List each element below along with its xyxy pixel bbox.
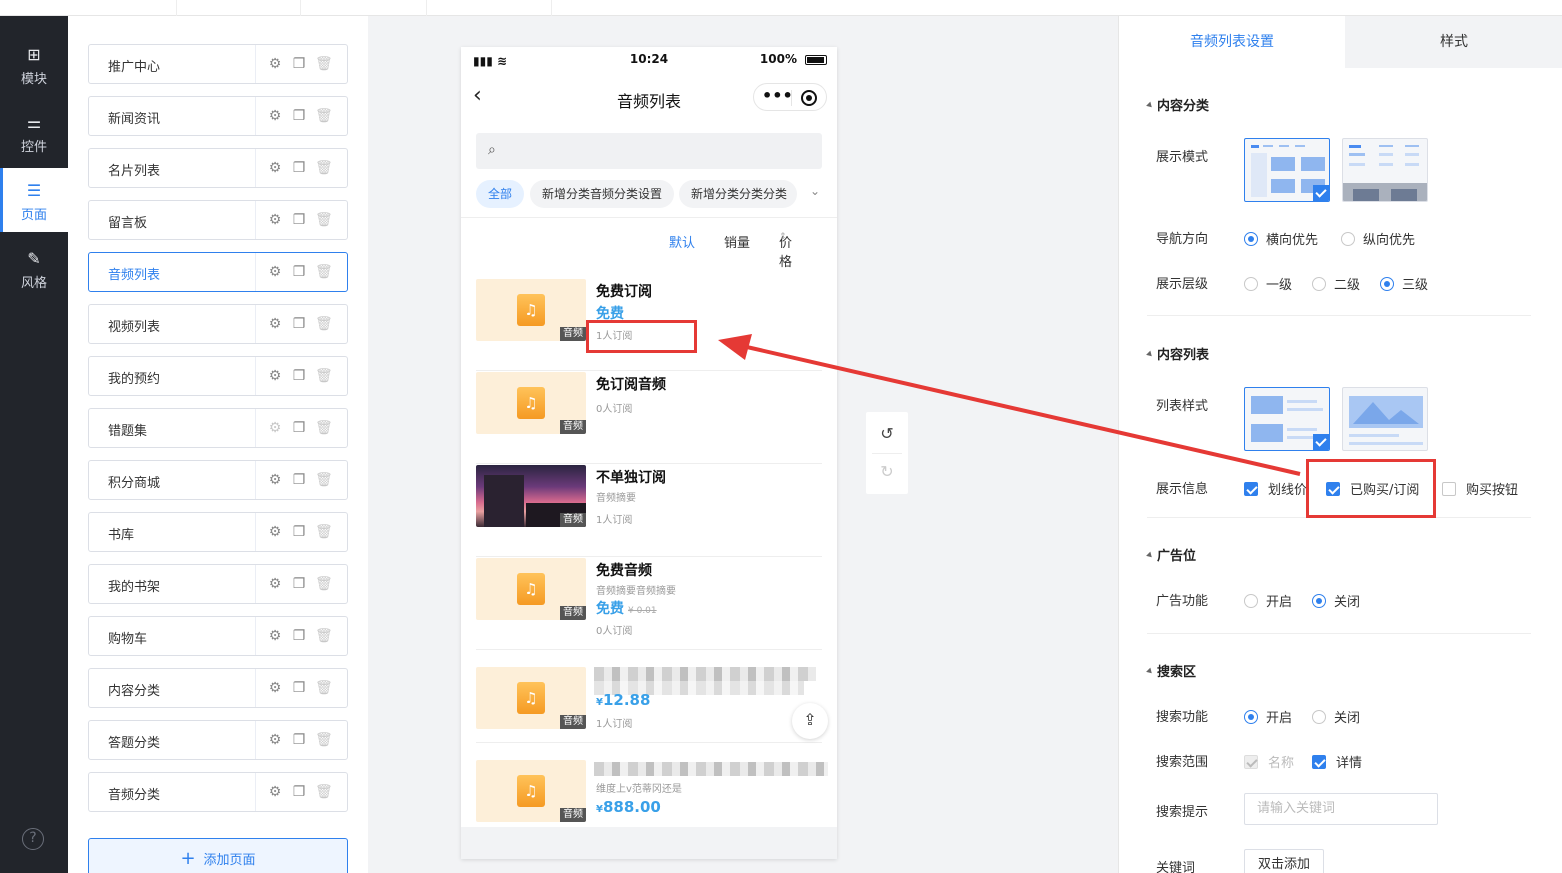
app-root: ⊞ 模块 ⚌ 控件 ☰ 页面 ✎ 风格 ? 推广中心 ⚙ ❐ 🗑 新闻资讯 ⚙ ❐ 🗑 名片… (0, 0, 1562, 873)
annotation-arrow (718, 334, 1301, 476)
